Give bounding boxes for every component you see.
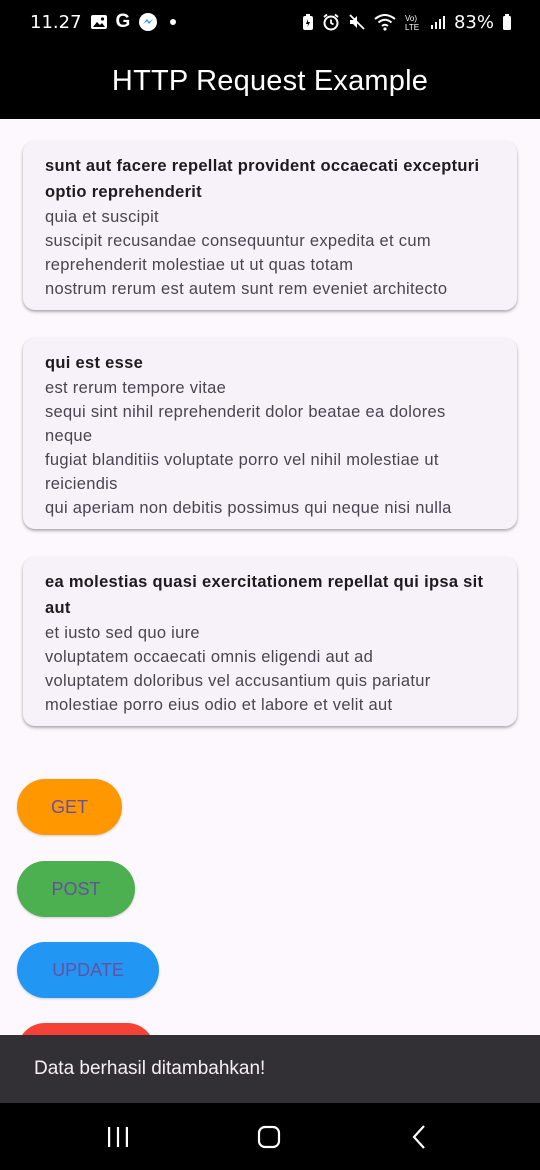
post-body: quia et suscipit suscipit recusandae con… (45, 208, 448, 298)
notification-dot-icon (170, 19, 177, 25)
snackbar: Data berhasil ditambahkan! (0, 1035, 540, 1103)
status-bar: 11.27 G Vo) LTE 83% (0, 0, 540, 44)
post-title: sunt aut facere repellat provident occae… (45, 157, 480, 201)
battery-icon (502, 13, 512, 31)
back-button[interactable] (400, 1121, 440, 1153)
update-button[interactable]: UPDATE (17, 942, 159, 998)
gallery-icon (90, 14, 108, 30)
alarm-icon (322, 13, 340, 31)
messenger-icon (138, 12, 158, 32)
battery-saver-icon (302, 13, 314, 31)
app-bar: HTTP Request Example (0, 44, 540, 119)
get-button[interactable]: GET (17, 779, 122, 835)
svg-text:Vo): Vo) (405, 14, 417, 23)
status-time: 11.27 (30, 11, 82, 33)
home-icon (257, 1125, 281, 1149)
page-title: HTTP Request Example (111, 65, 429, 97)
google-icon: G (115, 11, 131, 32)
volte-icon: Vo) LTE (404, 12, 422, 32)
recents-icon (108, 1127, 128, 1147)
back-icon (412, 1125, 425, 1149)
post-body: et iusto sed quo iure voluptatem occaeca… (45, 624, 431, 714)
battery-percent: 83% (453, 11, 494, 33)
post-title: qui est esse (45, 354, 144, 372)
status-bar-right: Vo) LTE 83% (302, 12, 512, 33)
recents-button[interactable] (98, 1121, 138, 1153)
post-body: est rerum tempore vitae sequi sint nihil… (45, 379, 452, 517)
home-button[interactable] (249, 1121, 289, 1153)
post-card: ea molestias quasi exercitationem repell… (23, 557, 517, 726)
post-card: qui est esse est rerum tempore vitae seq… (23, 338, 517, 529)
mute-icon (348, 13, 366, 31)
wifi-icon (374, 13, 396, 31)
post-button[interactable]: POST (17, 861, 135, 917)
post-title: ea molestias quasi exercitationem repell… (45, 573, 484, 617)
status-bar-left: 11.27 G (30, 11, 177, 33)
snackbar-message: Data berhasil ditambahkan! (34, 1058, 266, 1079)
svg-text:LTE: LTE (405, 23, 419, 32)
post-card: sunt aut facere repellat provident occae… (23, 141, 517, 310)
navigation-bar (0, 1103, 540, 1170)
signal-icon (430, 14, 446, 30)
